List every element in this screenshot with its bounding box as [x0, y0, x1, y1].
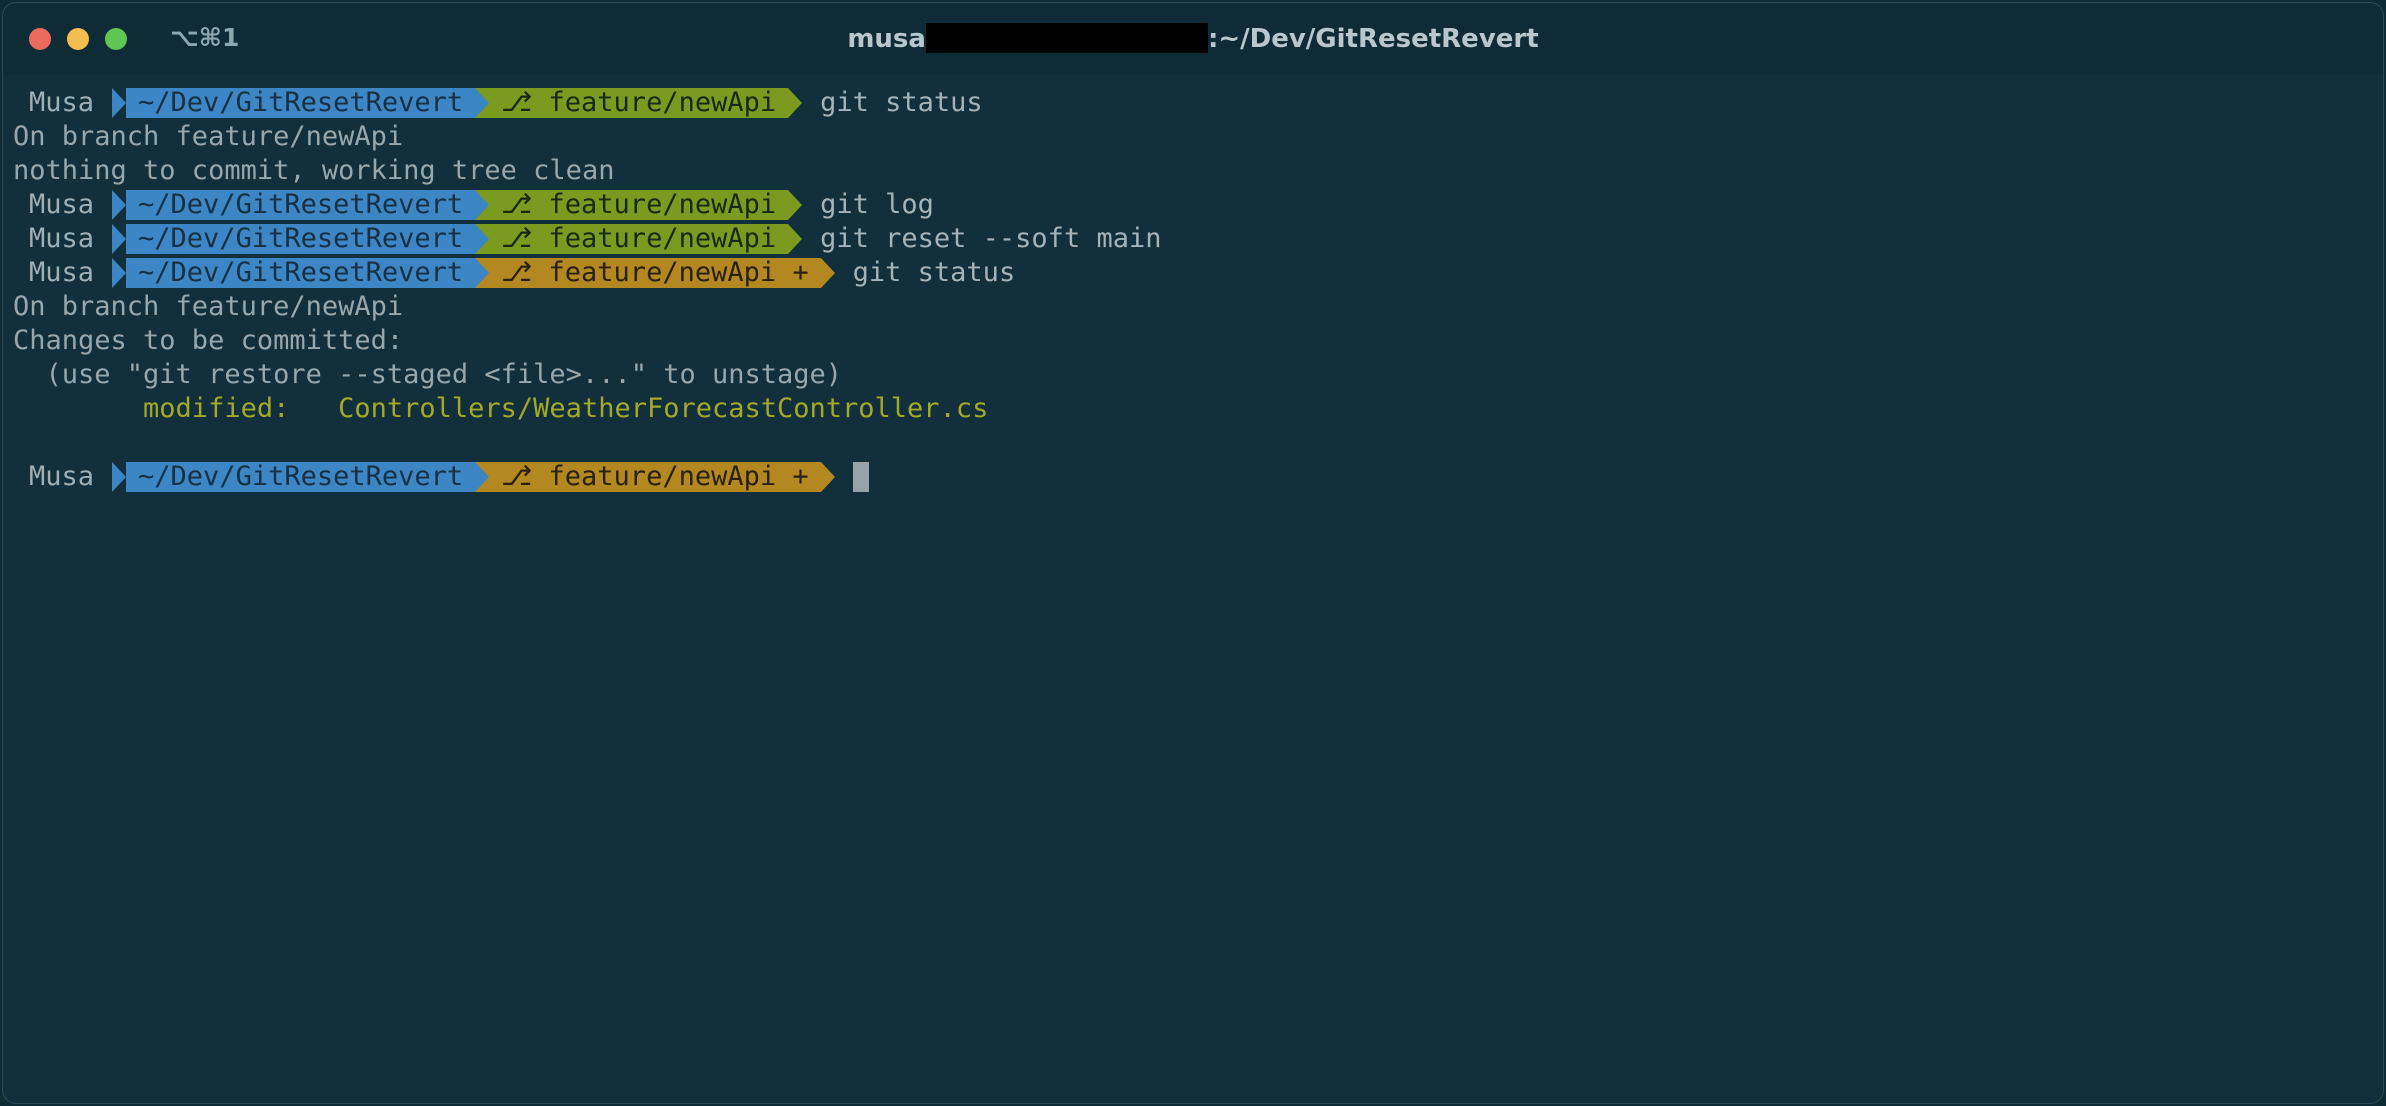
prompt-user: Musa: [29, 189, 95, 220]
modified-file-path: Controllers/WeatherForecastController.cs: [338, 393, 989, 424]
command-text: git status: [852, 257, 1016, 288]
text-cursor[interactable]: [852, 462, 869, 492]
prompt-user: Musa: [29, 461, 95, 492]
branch-name: feature/newApi: [548, 87, 777, 118]
output-text: On branch feature/newApi: [13, 291, 404, 322]
git-branch-icon: ⎇: [501, 223, 533, 254]
prompt-line: Musa ~/Dev/GitResetRevert ⎇ feature/newApi…: [13, 460, 2383, 494]
git-branch-icon: ⎇: [501, 87, 533, 118]
output-text: nothing to commit, working tree clean: [13, 155, 615, 186]
terminal-window: ⌥⌘1 musa:~/Dev/GitResetRevert Musa ~/Dev/…: [2, 2, 2384, 1104]
prompt-user: Musa: [29, 257, 95, 288]
prompt-path-segment: ~/Dev/GitResetRevert: [112, 462, 490, 492]
prompt-user: Musa: [29, 87, 95, 118]
output-line: On branch feature/newApi: [13, 120, 2383, 154]
prompt-line: Musa ~/Dev/GitResetRevert ⎇ feature/newApi…: [13, 222, 2383, 256]
prompt-branch-segment: ⎇ feature/newApi: [475, 223, 803, 254]
output-line: nothing to commit, working tree clean: [13, 154, 2383, 188]
git-branch-icon: ⎇: [501, 257, 533, 288]
prompt-branch-segment: ⎇ feature/newApi +: [475, 461, 835, 492]
dirty-marker: +: [792, 257, 809, 288]
prompt-line: Musa ~/Dev/GitResetRevert ⎇ feature/newApi…: [13, 256, 2383, 290]
modified-label: modified:: [13, 393, 339, 424]
prompt-path-segment: ~/Dev/GitResetRevert: [112, 190, 490, 220]
output-line: (use "git restore --staged <file>..." to…: [13, 358, 2383, 392]
prompt-line: Musa ~/Dev/GitResetRevert ⎇ feature/newApi…: [13, 188, 2383, 222]
git-branch-icon: ⎇: [501, 189, 533, 220]
output-line: Changes to be committed:: [13, 324, 2383, 358]
prompt-line: Musa ~/Dev/GitResetRevert ⎇ feature/newApi…: [13, 86, 2383, 120]
prompt-branch-segment: ⎇ feature/newApi: [475, 189, 803, 220]
branch-name: feature/newApi: [548, 461, 777, 492]
window-title: musa :~/Dev/GitResetRevert: [3, 23, 2383, 54]
command-text: git status: [820, 87, 983, 118]
dirty-marker: +: [792, 461, 809, 492]
title-user: musa: [847, 24, 926, 54]
modified-file-line: modified: Controllers/WeatherForecastCon…: [13, 392, 2383, 426]
prompt-path-segment: ~/Dev/GitResetRevert: [112, 258, 490, 288]
git-branch-icon: ⎇: [501, 461, 533, 492]
prompt-path-segment: ~/Dev/GitResetRevert: [112, 224, 490, 254]
branch-name: feature/newApi: [548, 257, 777, 288]
command-text: git reset --soft main: [820, 223, 1162, 254]
output-text: (use "git restore --staged <file>..." to…: [13, 359, 843, 390]
output-text: Changes to be committed:: [13, 325, 404, 356]
prompt-branch-segment: ⎇ feature/newApi +: [475, 257, 835, 288]
branch-name: feature/newApi: [548, 223, 777, 254]
redacted-hostname: [925, 23, 1208, 53]
command-text: git log: [820, 189, 934, 220]
title-path: :~/Dev/GitResetRevert: [1207, 24, 1539, 54]
title-bar[interactable]: ⌥⌘1 musa:~/Dev/GitResetRevert: [3, 3, 2383, 75]
branch-name: feature/newApi: [548, 189, 777, 220]
prompt-path-segment: ~/Dev/GitResetRevert: [112, 88, 490, 118]
output-line: On branch feature/newApi: [13, 290, 2383, 324]
prompt-user: Musa: [29, 223, 95, 254]
terminal-output[interactable]: Musa ~/Dev/GitResetRevert ⎇ feature/newApi…: [3, 75, 2383, 1103]
output-text: On branch feature/newApi: [13, 121, 404, 152]
prompt-branch-segment: ⎇ feature/newApi: [475, 87, 803, 118]
